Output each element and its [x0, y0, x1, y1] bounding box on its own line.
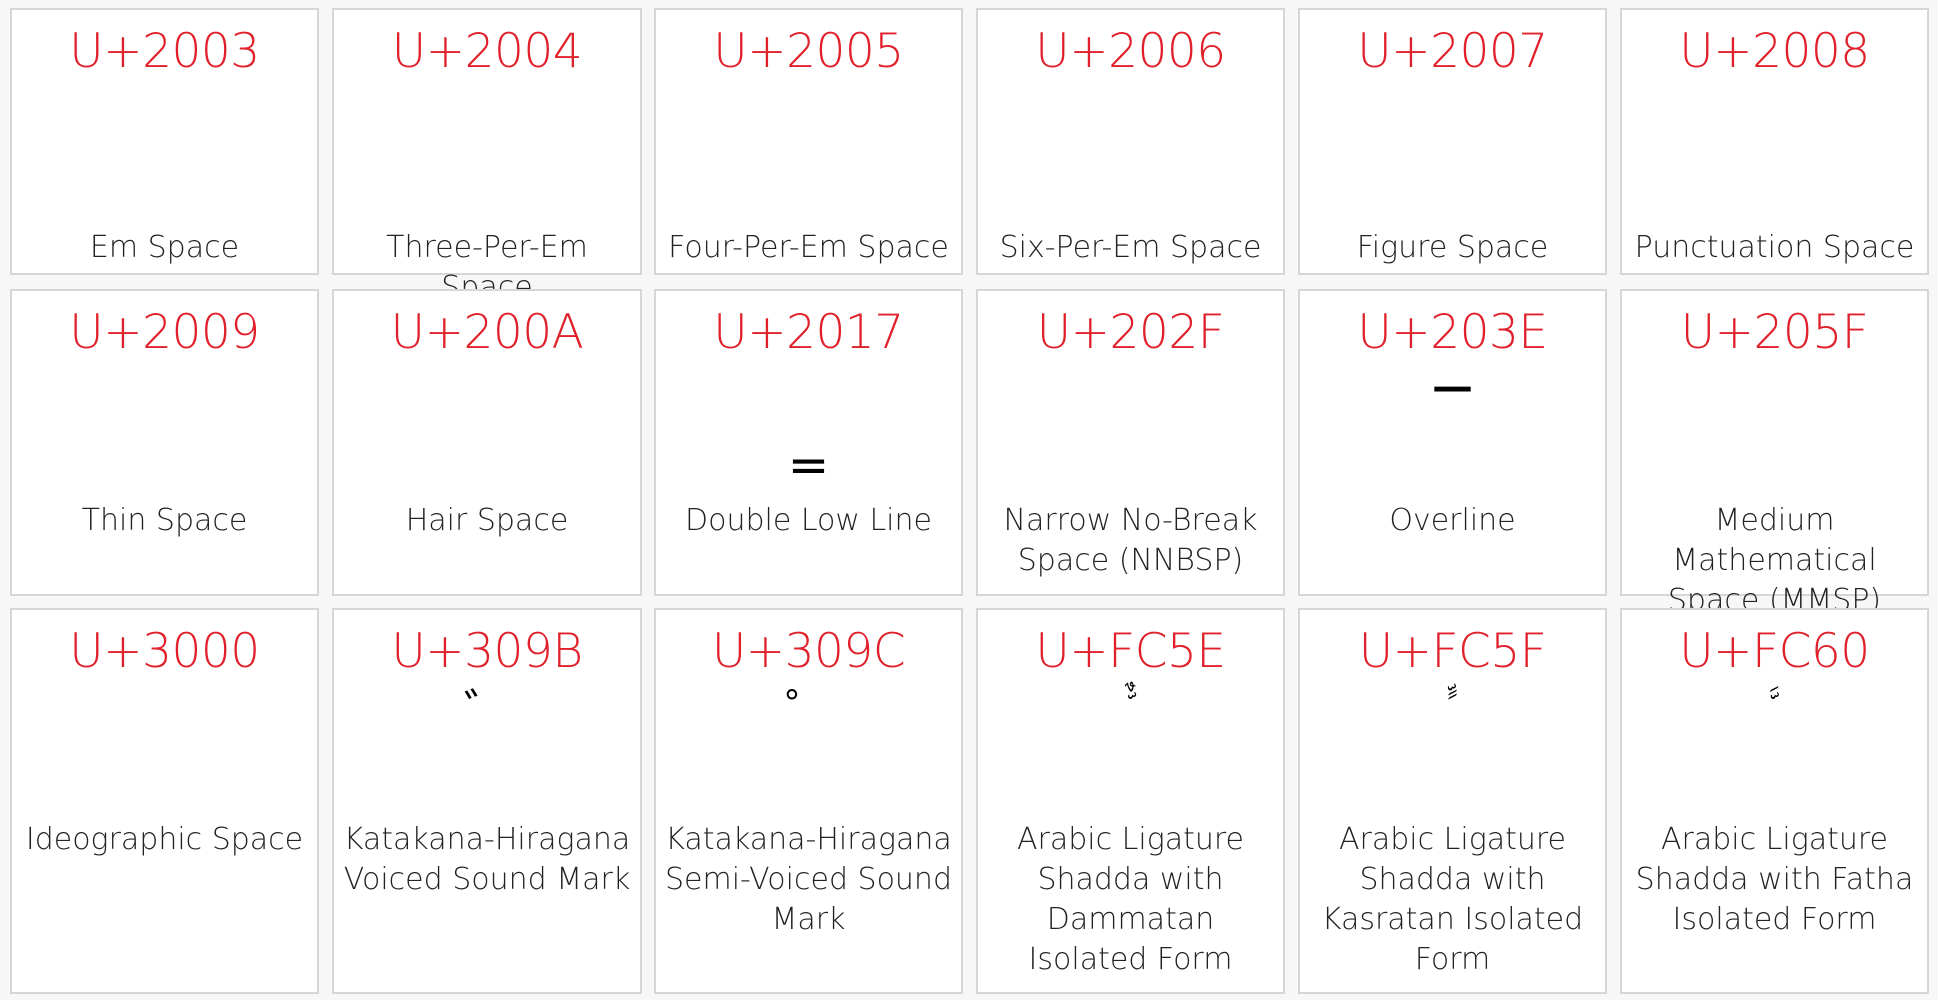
code-point-label: U+FC5E [1035, 624, 1226, 679]
character-name: Overline [1389, 503, 1516, 538]
code-point-label: U+202F [1036, 305, 1225, 360]
character-name: Thin Space [81, 503, 248, 538]
character-glyph [1622, 401, 1927, 457]
character-glyph: ﱠ [1767, 678, 1782, 729]
character-glyph [978, 401, 1283, 457]
code-point-label: U+200A [390, 305, 584, 360]
character-card-u309c[interactable]: U+309C ゜ Katakana-Hiragana Semi-Voiced S… [654, 608, 963, 994]
character-name: Punctuation Space [1634, 230, 1915, 265]
character-glyph: ‾ [1435, 375, 1470, 457]
character-card-u203e[interactable]: U+203E ‾ Overline [1298, 289, 1607, 596]
character-glyph [656, 120, 961, 176]
character-card-u2004[interactable]: U+2004 Three-Per-Em Space [332, 8, 642, 305]
code-point-label: U+2009 [69, 305, 260, 360]
character-card-ufc5e[interactable]: U+FC5E ﱞ Arabic Ligature Shadda with Dam… [976, 608, 1285, 994]
code-point-label: U+2004 [391, 24, 583, 79]
code-point-label: U+205F [1680, 305, 1869, 360]
character-name: Medium Mathematical Space (MMSP) [1667, 503, 1882, 618]
character-name: Double Low Line [685, 503, 932, 538]
code-point-label: U+2017 [713, 305, 904, 360]
character-glyph [12, 700, 317, 756]
character-name: Arabic Ligature Shadda with Fatha Isolat… [1635, 822, 1914, 937]
character-glyph [1622, 120, 1927, 176]
code-point-label: U+2007 [1357, 24, 1548, 79]
code-point-label: U+FC5F [1358, 624, 1547, 679]
character-name: Em Space [89, 230, 240, 265]
character-glyph: ﱟ [1445, 678, 1460, 729]
character-name: Arabic Ligature Shadda with Kasratan Iso… [1321, 822, 1584, 977]
code-point-label: U+309B [391, 624, 583, 679]
character-card-u3000[interactable]: U+3000 Ideographic Space [10, 608, 319, 994]
character-name: Figure Space [1356, 230, 1549, 265]
character-name: Katakana-Hiragana Voiced Sound Mark [343, 822, 631, 897]
character-glyph [334, 401, 640, 457]
character-card-u202f[interactable]: U+202F Narrow No-Break Space (NNBSP) [976, 289, 1285, 596]
character-card-u2003[interactable]: U+2003 Em Space [10, 8, 319, 275]
character-name: Four-Per-Em Space [668, 230, 949, 265]
character-card-u2005[interactable]: U+2005 Four-Per-Em Space [654, 8, 963, 275]
code-point-label: U+2006 [1035, 24, 1226, 79]
code-point-label: U+2005 [713, 24, 904, 79]
code-point-label: U+203E [1357, 305, 1548, 360]
character-glyph: ﱞ [1123, 678, 1138, 729]
character-name: Katakana-Hiragana Semi-Voiced Sound Mark [664, 822, 952, 937]
character-glyph [334, 120, 640, 176]
code-point-label: U+309C [711, 624, 906, 679]
character-card-u2007[interactable]: U+2007 Figure Space [1298, 8, 1607, 275]
character-glyph [978, 120, 1283, 176]
character-card-u205f[interactable]: U+205F Medium Mathematical Space (MMSP) [1620, 289, 1929, 618]
character-grid: U+2003 Em Space U+2004 Three-Per-Em Spac… [0, 0, 1938, 1000]
character-card-u309b[interactable]: U+309B ゛ Katakana-Hiragana Voiced Sound … [332, 608, 642, 994]
character-glyph: ゛ [464, 684, 510, 738]
character-name: Narrow No-Break Space (NNBSP) [1003, 503, 1258, 578]
code-point-label: U+2008 [1679, 24, 1870, 79]
character-name: Six-Per-Em Space [999, 230, 1262, 265]
character-card-u2008[interactable]: U+2008 Punctuation Space [1620, 8, 1929, 275]
character-glyph: ゜ [785, 684, 832, 738]
character-glyph [1300, 120, 1605, 176]
character-name: Ideographic Space [25, 822, 304, 857]
character-glyph [12, 401, 317, 457]
character-card-u200a[interactable]: U+200A Hair Space [332, 289, 642, 596]
character-card-ufc60[interactable]: U+FC60 ﱠ Arabic Ligature Shadda with Fat… [1620, 608, 1929, 994]
character-card-ufc5f[interactable]: U+FC5F ﱟ Arabic Ligature Shadda with Kas… [1298, 608, 1607, 994]
character-card-u2006[interactable]: U+2006 Six-Per-Em Space [976, 8, 1285, 275]
code-point-label: U+3000 [69, 624, 260, 679]
character-card-u2009[interactable]: U+2009 Thin Space [10, 289, 319, 596]
character-glyph [12, 120, 317, 176]
character-glyph: ‗ [793, 404, 824, 474]
code-point-label: U+2003 [69, 24, 260, 79]
code-point-label: U+FC60 [1679, 624, 1870, 679]
character-name: Arabic Ligature Shadda with Dammatan Iso… [1017, 822, 1244, 977]
character-name: Hair Space [405, 503, 569, 538]
character-card-u2017[interactable]: U+2017 ‗ Double Low Line [654, 289, 963, 596]
